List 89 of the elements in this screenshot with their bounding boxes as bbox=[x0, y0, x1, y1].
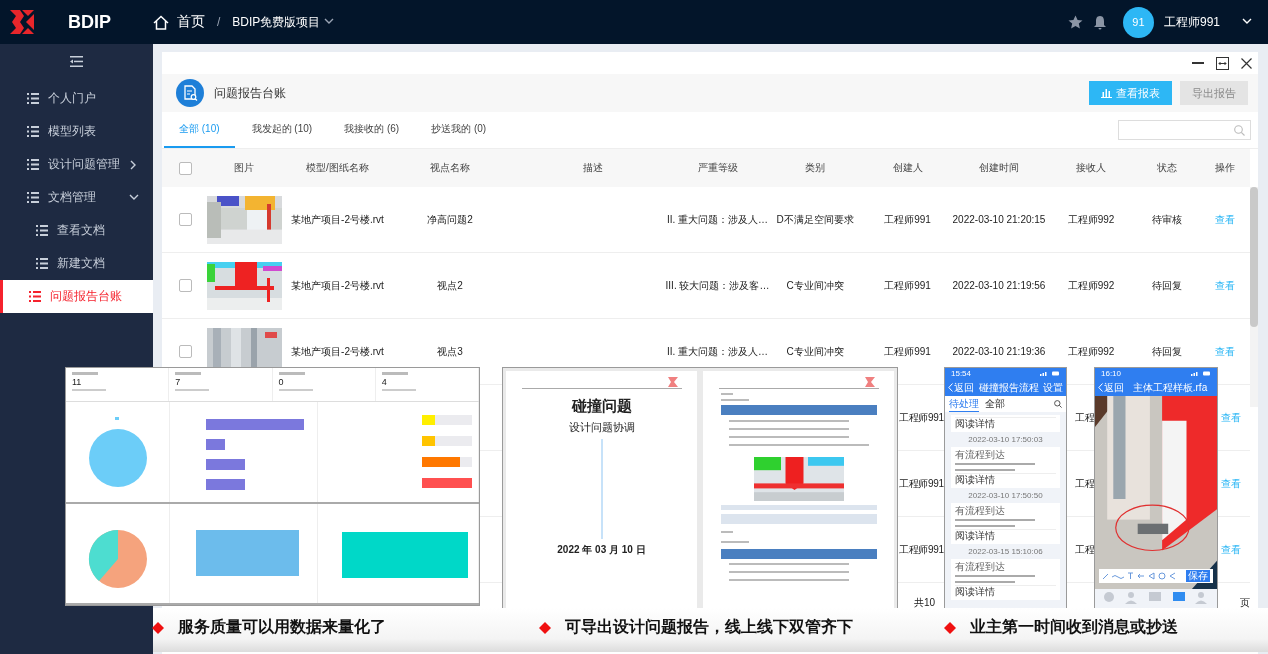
stat-value: 11 bbox=[72, 377, 83, 387]
column-header: 操作 bbox=[1215, 161, 1235, 175]
sidebar-item[interactable]: 模型列表 bbox=[0, 115, 153, 148]
column-header: 描述 bbox=[582, 161, 603, 175]
column-header: 模型/图纸名称 bbox=[306, 161, 369, 175]
table-cell: 工程 bbox=[1075, 476, 1095, 491]
sidebar-item[interactable]: 新建文档 bbox=[0, 247, 153, 280]
table-cell: 视点3 bbox=[437, 344, 463, 359]
table-cell: II. 重大问题：涉及人… bbox=[666, 212, 769, 227]
column-header: 创建时间 bbox=[979, 161, 1019, 175]
read-details-link[interactable]: 阅读详情 bbox=[955, 473, 1056, 486]
table-cell: 某地产项目-2号楼.rvt bbox=[291, 212, 384, 227]
stat-value: 0 bbox=[278, 377, 285, 387]
document-title: 碰撞问题 bbox=[571, 397, 632, 416]
table-cell: 工程师991 bbox=[884, 278, 931, 293]
column-header: 创建人 bbox=[892, 161, 923, 175]
screen-title: 碰撞报告流程 bbox=[977, 380, 1040, 395]
sidebar-item[interactable]: 设计问题管理 bbox=[0, 148, 153, 181]
brand-name: BDIP bbox=[68, 11, 111, 33]
total-count: 共10 bbox=[914, 596, 936, 610]
save-button[interactable]: 保存 bbox=[1186, 570, 1210, 582]
table-cell: 2022-03-10 21:19:36 bbox=[952, 346, 1046, 357]
table-cell: 工程师991 bbox=[884, 212, 931, 227]
stat-value: 4 bbox=[381, 377, 388, 387]
table-cell: 工程师992 bbox=[1067, 278, 1115, 293]
column-header: 类别 bbox=[805, 161, 825, 175]
tab[interactable]: 我发起的 (10) bbox=[236, 112, 328, 148]
stat-value: 7 bbox=[175, 377, 182, 387]
sidebar-item[interactable]: 文档管理 bbox=[0, 181, 153, 214]
message-title: 有流程到达 bbox=[955, 561, 1006, 573]
sidebar-item[interactable]: 问题报告台账 bbox=[0, 280, 153, 313]
message-title: 有流程到达 bbox=[955, 449, 1006, 461]
table-cell: 2022-03-10 21:19:56 bbox=[952, 280, 1046, 291]
timestamp: 2022-03-15 15:10:06 bbox=[967, 547, 1044, 556]
clock: 15:54 bbox=[951, 369, 972, 378]
column-header: 严重等级 bbox=[697, 161, 738, 175]
table-cell: 净高问题2 bbox=[427, 212, 473, 227]
column-header: 视点名称 bbox=[430, 161, 470, 175]
table-cell: 工程 bbox=[1075, 410, 1095, 425]
document-date: 2022 年 03 月 10 日 bbox=[557, 543, 646, 557]
timestamp: 2022-03-10 17:50:50 bbox=[967, 491, 1044, 500]
read-details-link[interactable]: 阅读详情 bbox=[955, 585, 1056, 598]
message-title: 有流程到达 bbox=[955, 505, 1006, 517]
project-dropdown[interactable]: BDIP免费版项目 bbox=[232, 13, 335, 31]
table-cell: C专业间冲突 bbox=[786, 344, 844, 359]
table-cell: C专业间冲突 bbox=[786, 278, 844, 293]
panel-title: 问题报告台账 bbox=[214, 84, 286, 102]
read-details-link[interactable]: 阅读详情 bbox=[955, 417, 1056, 430]
table-cell: 某地产项目-2号楼.rvt bbox=[291, 278, 384, 293]
breadcrumb-separator: / bbox=[217, 15, 221, 29]
table-cell: 待审核 bbox=[1152, 212, 1182, 227]
caption: 可导出设计问题报告，线上线下双管齐下 bbox=[565, 617, 853, 637]
table-cell: 工程师991 bbox=[884, 344, 931, 359]
table-cell: 某地产项目-2号楼.rvt bbox=[291, 344, 384, 359]
sidebar-item[interactable]: 查看文档 bbox=[0, 214, 153, 247]
table-cell: 工程师992 bbox=[1067, 344, 1115, 359]
tab[interactable]: 抄送我的 (0) bbox=[416, 112, 502, 148]
tab[interactable]: 待处理 bbox=[949, 396, 979, 412]
user-name[interactable]: 工程师991 bbox=[1163, 13, 1220, 31]
clock: 16:10 bbox=[1101, 369, 1122, 378]
table-cell: II. 重大问题：涉及人… bbox=[666, 344, 769, 359]
table-cell: 工程师991 bbox=[899, 476, 944, 491]
read-details-link[interactable]: 阅读详情 bbox=[955, 529, 1056, 542]
page-label: 页 bbox=[1240, 596, 1250, 610]
tab[interactable]: 我接收的 (6) bbox=[329, 112, 415, 148]
sidebar-item[interactable]: 个人门户 bbox=[0, 82, 153, 115]
table-cell: D不满足空间要求 bbox=[776, 212, 854, 227]
table-cell: 2022-03-10 21:20:15 bbox=[952, 214, 1046, 225]
tab[interactable]: 全部 bbox=[985, 397, 1005, 411]
table-cell: 工程师991 bbox=[899, 542, 944, 557]
table-cell: III. 较大问题：涉及客… bbox=[665, 278, 770, 293]
column-header: 状态 bbox=[1157, 161, 1177, 175]
caption: 业主第一时间收到消息或抄送 bbox=[970, 617, 1178, 637]
screen-title: 主体工程样板.rfa bbox=[1131, 380, 1209, 395]
table-cell: 工程 bbox=[1075, 542, 1095, 557]
back-button[interactable]: 返回 bbox=[948, 380, 974, 395]
table-cell: 工程师992 bbox=[1067, 212, 1115, 227]
settings-link[interactable]: 设置 bbox=[1043, 380, 1063, 395]
column-header: 图片 bbox=[234, 161, 254, 175]
document-subtitle: 设计问题协调 bbox=[568, 420, 635, 435]
caption: 服务质量可以用数据来量化了 bbox=[178, 617, 386, 637]
back-button[interactable]: 返回 bbox=[1098, 380, 1124, 395]
timestamp: 2022-03-10 17:50:03 bbox=[967, 435, 1044, 444]
table-cell: 工程师991 bbox=[899, 410, 944, 425]
table-cell: 待回复 bbox=[1152, 278, 1182, 293]
table-cell: 待回复 bbox=[1152, 344, 1182, 359]
column-header: 接收人 bbox=[1076, 161, 1106, 175]
breadcrumb-link[interactable]: 首页 bbox=[177, 13, 205, 31]
table-cell: 视点2 bbox=[437, 278, 463, 293]
